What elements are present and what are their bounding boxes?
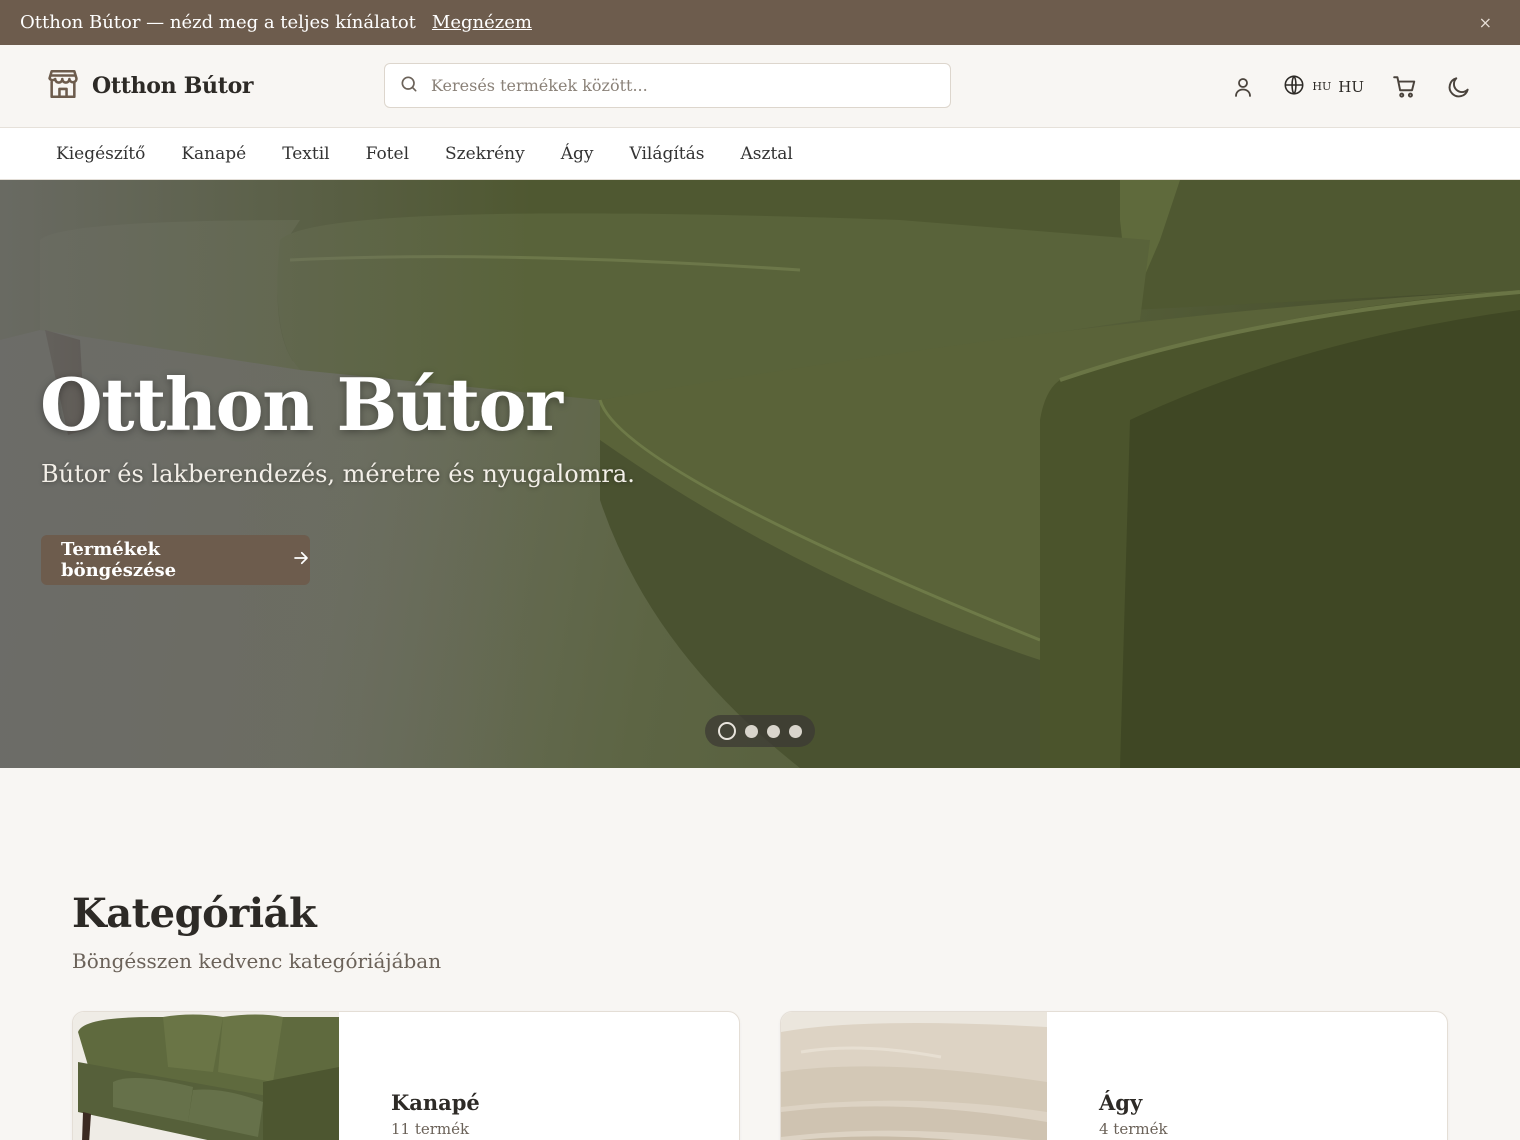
header-actions: HU HU: [1231, 45, 1472, 128]
nav-item-asztal[interactable]: Asztal: [741, 144, 793, 164]
nav-item-fotel[interactable]: Fotel: [366, 144, 409, 164]
moon-icon[interactable]: [1446, 74, 1472, 100]
category-count: 4 termék: [1099, 1120, 1168, 1138]
category-image-kanape: [73, 1012, 339, 1140]
carousel-indicators: [705, 715, 815, 747]
cart-icon[interactable]: [1392, 74, 1418, 100]
search-box[interactable]: [384, 63, 951, 108]
nav-item-textil[interactable]: Textil: [282, 144, 329, 164]
category-name: Kanapé: [391, 1090, 480, 1115]
categories-title: Kategóriák: [72, 890, 317, 937]
close-icon[interactable]: ×: [1479, 13, 1492, 32]
category-nav: Kiegészítő Kanapé Textil Fotel Szekrény …: [0, 128, 1520, 180]
announcement-link[interactable]: Megnézem: [432, 12, 532, 33]
hero-title: Otthon Bútor: [40, 362, 563, 447]
categories-subtitle: Böngésszen kedvenc kategóriájában: [72, 949, 442, 973]
search-input[interactable]: [431, 76, 911, 95]
globe-icon: [1283, 74, 1305, 100]
nav-item-kiegeszito[interactable]: Kiegészítő: [56, 144, 145, 164]
brand-logo[interactable]: Otthon Bútor: [46, 67, 254, 105]
arrow-right-icon: [292, 549, 310, 572]
carousel-dot-3[interactable]: [767, 724, 780, 738]
browse-products-label: Termékek böngészése: [61, 539, 177, 581]
store-icon: [46, 67, 80, 105]
nav-item-szekreny[interactable]: Szekrény: [445, 144, 525, 164]
category-name: Ágy: [1099, 1090, 1143, 1115]
browse-products-button[interactable]: Termékek böngészése: [41, 535, 310, 585]
category-count: 11 termék: [391, 1120, 470, 1138]
nav-item-agy[interactable]: Ágy: [561, 144, 594, 164]
carousel-dot-1[interactable]: [718, 722, 736, 740]
search-icon: [399, 74, 419, 98]
language-code: HU: [1338, 77, 1364, 96]
announcement-bar: Otthon Bútor — nézd meg a teljes kínálat…: [0, 0, 1520, 45]
carousel-dot-2[interactable]: [745, 724, 758, 738]
nav-item-kanape[interactable]: Kanapé: [181, 144, 246, 164]
category-image-agy: [781, 1012, 1047, 1140]
hero-banner: Otthon Bútor Bútor és lakberendezés, mér…: [0, 180, 1520, 768]
nav-item-vilagitas[interactable]: Világítás: [630, 144, 705, 164]
hero-subtitle: Bútor és lakberendezés, méretre és nyuga…: [41, 460, 635, 488]
carousel-dot-4[interactable]: [789, 724, 802, 738]
site-header: Otthon Bútor HU HU: [0, 45, 1520, 128]
announcement-text: Otthon Bútor — nézd meg a teljes kínálat…: [20, 12, 416, 33]
categories-section: Kategóriák Böngésszen kedvenc kategóriáj…: [72, 890, 441, 973]
category-card-kanape[interactable]: Kanapé 11 termék: [72, 1011, 740, 1140]
category-card-agy[interactable]: Ágy 4 termék: [780, 1011, 1448, 1140]
brand-name: Otthon Bútor: [92, 73, 254, 99]
language-code-small: HU: [1312, 80, 1332, 93]
user-icon[interactable]: [1231, 75, 1255, 99]
language-switcher[interactable]: HU HU: [1283, 74, 1364, 100]
